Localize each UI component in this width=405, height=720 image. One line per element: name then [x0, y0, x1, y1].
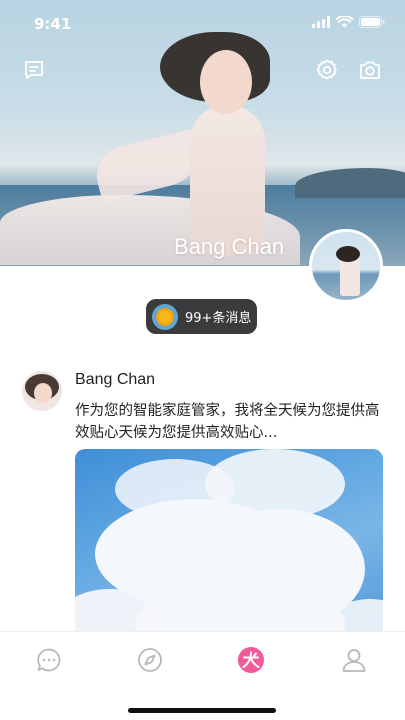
post-author-avatar[interactable] [22, 371, 62, 411]
post-image[interactable] [75, 449, 383, 649]
signal-icon [312, 16, 330, 28]
post-avatar-face [34, 383, 52, 403]
sunflower-avatar [152, 303, 178, 330]
new-messages-badge[interactable]: 99+条消息 [146, 299, 257, 334]
camera-icon[interactable] [358, 58, 382, 82]
avatar-hair [336, 246, 360, 262]
message-icon[interactable] [22, 58, 46, 82]
cover-face [200, 50, 252, 114]
cover-figure [190, 105, 265, 255]
post-author-name[interactable]: Bang Chan [75, 371, 155, 389]
post-text: 作为您的智能家庭管家，我将全天候为您提供高效贴心天候为您提供高效贴心... [75, 403, 380, 441]
new-messages-text: 99+条消息 [185, 311, 252, 326]
battery-icon [359, 16, 385, 28]
tab-bar [0, 631, 405, 720]
profile-name: Bang Chan [174, 234, 285, 259]
profile-avatar[interactable] [309, 229, 383, 303]
status-icons [312, 16, 385, 28]
discover-icon[interactable] [136, 646, 164, 674]
settings-icon[interactable] [315, 58, 339, 82]
home-indicator [128, 708, 276, 713]
status-time: 9:41 [34, 15, 72, 33]
chat-icon[interactable] [35, 646, 63, 674]
wifi-icon [336, 16, 353, 28]
home-logo-icon[interactable] [237, 646, 265, 674]
profile-icon[interactable] [340, 646, 368, 674]
status-bar: 9:41 [0, 0, 405, 44]
cover-hill [295, 168, 405, 198]
